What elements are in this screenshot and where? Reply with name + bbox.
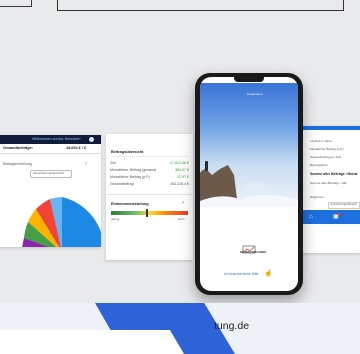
detail-row: Gesamtbeitrag pro Jahr (310, 155, 342, 159)
phone-menu-label[interactable]: Hauptmenü (247, 93, 263, 96)
total-contributions-value: 18.654 € / € (66, 146, 87, 150)
dashboard-header: Willkommen zurück, Benutzer! (0, 135, 101, 144)
summary-row-label: Monatlicher Beitrag (p.P.) (110, 175, 151, 179)
hero-image: Hauptmenü (200, 83, 298, 207)
bottom-nav-bar: ⌂ ▣ (300, 210, 360, 224)
monthly-sum-label: Summe aller Beiträge / Monat (310, 172, 358, 176)
upper-frame-left (0, 0, 32, 7)
footer-url: tung.de (214, 320, 250, 332)
rating-high-label: hoch (178, 217, 185, 221)
phone-notch (234, 77, 264, 82)
no-help-link[interactable]: Ich brauche keine Hilfe (224, 272, 259, 276)
rating-marker (146, 209, 148, 217)
notification-dot (338, 213, 341, 216)
chevron-right-icon[interactable]: › (85, 161, 87, 167)
summary-row-value: 12,97 € (177, 175, 189, 179)
user-avatar-icon[interactable] (89, 137, 94, 142)
total-contributions-label: Gesamtbeiträge: (3, 146, 33, 150)
summary-row-label: Ziel (110, 161, 116, 165)
overview-select[interactable]: Versicherungsübersicht (30, 170, 72, 178)
rating-title: Einkommensstufung (111, 202, 149, 206)
overview-input[interactable]: Versicherungsübersicht (328, 202, 360, 209)
phone-screen: Hauptmenü BEITRAGSRECHNER Ich brauche ke… (200, 77, 298, 291)
app-logo (242, 241, 256, 254)
chevron-right-icon[interactable]: › (182, 200, 184, 206)
upper-frame-right (57, 0, 344, 11)
home-icon[interactable]: ⌂ (309, 214, 313, 220)
mountain-silhouette (200, 165, 298, 207)
detail-row: Beitragsjahre (310, 163, 328, 167)
summary-row-value: 263.218,4 € (170, 182, 189, 186)
detail-row: Monatlicher Beitrag (p.P.) (310, 147, 344, 151)
details-card: Laufzeit in Jahre Monatlicher Beitrag (p… (300, 126, 360, 253)
yearly-sum-label: Summe aller Beiträge / Jahr (310, 181, 348, 185)
dashboard-card: Willkommen zurück, Benutzer! Gesamtbeitr… (0, 135, 101, 247)
distribution-section-label: Beitragsverteilung (3, 162, 32, 166)
summary-row-value: 17.812,58 € (170, 161, 189, 165)
summary-title: Beitragsübersicht (111, 150, 144, 154)
rating-scale-bar (111, 211, 188, 215)
rating-low-label: gering (111, 217, 120, 221)
summary-row-value: 384,97 € (175, 168, 189, 172)
tap-hand-icon: ☝ (264, 270, 273, 277)
summary-card: Beitragsübersicht Ziel 17.812,58 € Monatl… (106, 134, 193, 260)
pie-slice-blue (62, 197, 101, 247)
detail-row: Laufzeit in Jahre (310, 139, 333, 143)
summary-row-label: Gesamtbeitrag (110, 182, 134, 186)
summary-row-label: Monatlicher Beitrag (gesamt) (110, 168, 157, 172)
phone-mockup: Hauptmenü BEITRAGSRECHNER Ich brauche ke… (195, 73, 303, 295)
diagram-label: Diagramm (310, 195, 324, 199)
hiker-figure (205, 161, 208, 171)
app-logo-text: BEITRAGSRECHNER (240, 251, 267, 254)
dashboard-greeting: Willkommen zurück, Benutzer! (32, 137, 81, 141)
pie-chart (22, 197, 101, 247)
